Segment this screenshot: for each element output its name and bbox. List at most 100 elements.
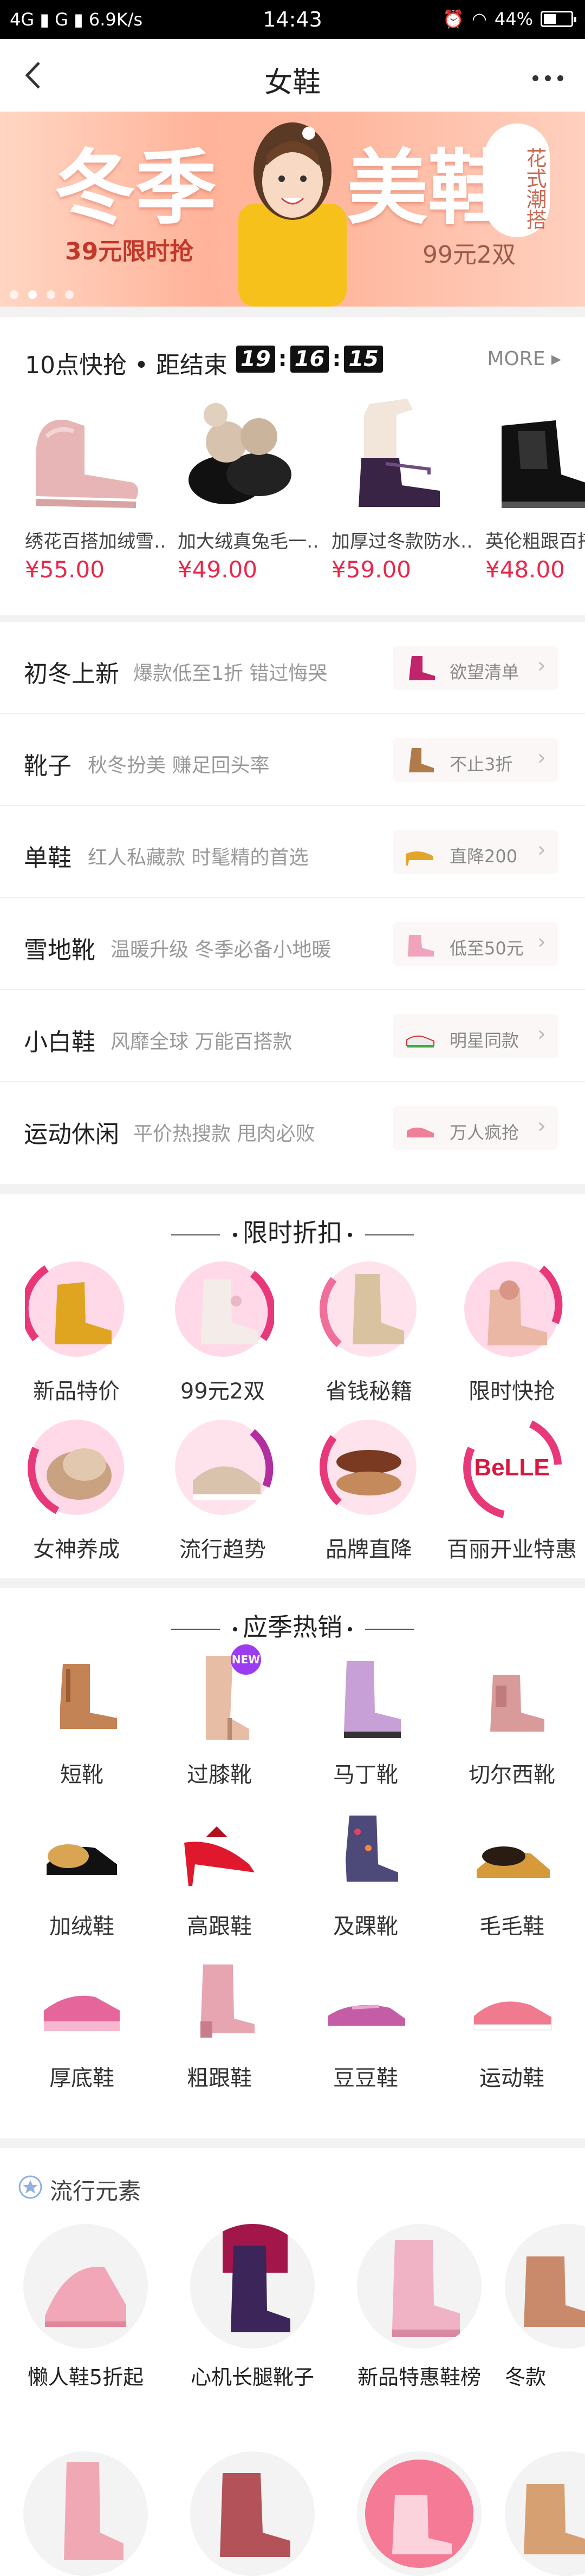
category-tile[interactable]: 运动鞋 [439, 1956, 585, 2092]
category-chip[interactable]: 万人疯抢 › [393, 1106, 558, 1150]
category-tile[interactable]: NEW 过膝靴 [146, 1644, 292, 1788]
category-name: 雪地靴 [24, 936, 95, 964]
tile-label: 豆豆鞋 [333, 2066, 398, 2091]
section-title: 应季热销 [243, 1612, 342, 1642]
purple-boot-image [359, 399, 440, 507]
category-row[interactable]: 单鞋 红人私藏款 时髦精的首选 直降200 › [0, 806, 585, 898]
trend-tile[interactable] [171, 2451, 334, 2576]
category-tile[interactable]: 切尔西靴 [439, 1653, 585, 1788]
section-title: 限时折扣 [243, 1218, 342, 1247]
trend-tile[interactable] [505, 2451, 585, 2576]
countdown-minutes: 16 [290, 346, 329, 373]
battery-icon [541, 11, 576, 27]
flash-more-link[interactable]: MORE ▸ [487, 348, 561, 370]
wifi-icon: ◠ [471, 9, 487, 29]
trend-tile[interactable]: 新品特惠鞋榜 [338, 2224, 500, 2390]
discount-label: 新品特价 [33, 1379, 120, 1404]
flash-title-text: 10点快抢 [25, 352, 127, 379]
category-name: 小白鞋 [24, 1029, 95, 1056]
ankle-boot-image [60, 1664, 117, 1729]
discount-label: 品牌直降 [326, 1537, 412, 1562]
section-header: 应季热销 [0, 1608, 585, 1643]
category-tile[interactable]: 及踝靴 [292, 1805, 439, 1940]
more-menu-icon[interactable] [526, 71, 563, 81]
trend-image [505, 2224, 585, 2349]
category-tile[interactable]: 高跟鞋 [146, 1805, 292, 1940]
pink-fur-boot-image [365, 2460, 473, 2568]
countdown-seconds: 15 [344, 346, 384, 373]
chip-label: 不止3折 [450, 754, 513, 775]
category-tile[interactable]: 豆豆鞋 [292, 1956, 439, 2092]
new-badge: NEW [231, 1644, 261, 1675]
flash-item-name: 加大绒真兔毛一… [178, 531, 318, 552]
belle-logo-text: BeLLE [474, 1454, 549, 1481]
category-row[interactable]: 运动休闲 平价热搜款 甩肉必败 万人疯抢 › [0, 1082, 585, 1174]
category-row[interactable]: 小白鞋 风靡全球 万能百搭款 明星同款 › [0, 990, 585, 1082]
category-desc: 平价热搜款 甩肉必败 [133, 1123, 315, 1145]
fur-mule-image [477, 1846, 550, 1878]
section-header: 限时折扣 [0, 1213, 585, 1249]
black-bow-shoe-image [188, 403, 291, 504]
limited-discount-section: 限时折扣 新品特价 99元2双 省钱秘籍 限时快抢 女神养成 流行趋势 品牌直降… [0, 1194, 585, 1578]
category-chip[interactable]: 直降200 › [393, 830, 558, 874]
tan-boot-image [524, 2484, 585, 2554]
flash-item[interactable]: 加大绒真兔毛一… ¥49.00 [178, 393, 318, 583]
category-tile[interactable]: 粗跟鞋 [146, 1956, 292, 2092]
trend-image [505, 2451, 585, 2576]
winter-boot-image [524, 2256, 585, 2327]
discount-tile[interactable]: 99元2双 [150, 1258, 296, 1405]
seasonal-hot-section: 应季热销 短靴 NEW 过膝靴 马丁靴 切尔西靴 加绒鞋 高跟鞋 及踝靴 毛毛鞋… [0, 1588, 585, 2138]
discount-tile[interactable]: 女神养成 [3, 1416, 150, 1563]
flash-item[interactable]: 绣花百搭加绒雪… ¥55.00 [25, 393, 166, 583]
trend-tile[interactable]: 懒人鞋5折起 [4, 2224, 167, 2390]
flash-item[interactable]: 英伦粗跟百搭 ¥48.00 [485, 393, 585, 583]
trend-tile[interactable] [4, 2451, 167, 2576]
promo-banner[interactable]: 冬季 美鞋 39元限时抢 99元2双 花式潮搭 [0, 112, 585, 307]
flash-item-name: 英伦粗跟百搭 [485, 531, 585, 552]
trend-tile[interactable]: 心机长腿靴子 [171, 2224, 334, 2390]
category-tile[interactable]: 短靴 [9, 1653, 155, 1788]
category-chip[interactable]: 不止3折 › [393, 738, 558, 782]
countdown-timer: 19 : 16 : 15 [236, 346, 384, 373]
discount-tile[interactable]: BeLLE 百丽开业特惠 [439, 1416, 585, 1563]
magenta-boot-icon [409, 656, 435, 680]
category-chip[interactable]: 低至50元 › [393, 922, 558, 966]
category-row[interactable]: 靴子 秋冬扮美 赚足回头率 不止3折 › [0, 714, 585, 806]
discount-tile[interactable]: 流行趋势 [150, 1416, 296, 1563]
discount-tile[interactable]: 限时快抢 [439, 1258, 585, 1405]
flash-sep: • [134, 352, 156, 379]
pink-snow-boot-icon [408, 935, 434, 957]
trend-elements-section: 流行元素 懒人鞋5折起 心机长腿靴子 新品特惠鞋榜 冬款 [0, 2148, 585, 2576]
category-desc: 爆款低至1折 错过悔哭 [133, 662, 328, 685]
category-tile[interactable]: 毛毛鞋 [439, 1805, 585, 1940]
tan-boot-icon [409, 748, 434, 772]
category-row[interactable]: 初冬上新 爆款低至1折 错过悔哭 欲望清单 › [0, 622, 585, 714]
category-chip[interactable]: 欲望清单 › [393, 646, 558, 690]
discount-tile[interactable]: 品牌直降 [296, 1416, 442, 1563]
flash-sale-section: 10点快抢 • 距结束 19 : 16 : 15 MORE ▸ 绣花百搭加绒雪…… [0, 317, 585, 615]
tile-label: 短靴 [60, 1762, 103, 1787]
flash-item[interactable]: 加厚过冬款防水… ¥59.00 [332, 393, 472, 583]
chevron-right-icon: › [537, 929, 546, 954]
category-tile[interactable]: 马丁靴 [292, 1653, 439, 1788]
category-desc: 秋冬扮美 赚足回头率 [88, 754, 270, 777]
trend-tile[interactable] [338, 2451, 500, 2576]
category-chip[interactable]: 明星同款 › [393, 1014, 558, 1058]
discount-tile[interactable]: 新品特价 [3, 1258, 150, 1405]
pink-martin-boot-image [392, 2240, 460, 2337]
category-tile[interactable]: 加绒鞋 [9, 1805, 155, 1940]
trend-image [357, 2224, 482, 2349]
trend-tile[interactable]: 冬款 [505, 2224, 585, 2390]
page-title: 女鞋 [264, 67, 321, 99]
white-sneaker-icon [406, 1035, 434, 1048]
category-row[interactable]: 雪地靴 温暖升级 冬季必备小地暖 低至50元 › [0, 898, 585, 990]
banner-word1: 冬季 [54, 141, 217, 236]
category-desc: 风靡全球 万能百搭款 [110, 1031, 292, 1053]
category-tile[interactable]: 厚底鞋 [9, 1956, 155, 2092]
trend-label: 新品特惠鞋榜 [357, 2365, 481, 2389]
category-name: 运动休闲 [24, 1121, 119, 1148]
tile-label: 运动鞋 [479, 2066, 544, 2091]
category-list: 初冬上新 爆款低至1折 错过悔哭 欲望清单 › 靴子 秋冬扮美 赚足回头率 不止… [0, 622, 585, 1184]
discount-tile[interactable]: 省钱秘籍 [296, 1258, 442, 1405]
red-boot-image [220, 2473, 290, 2557]
